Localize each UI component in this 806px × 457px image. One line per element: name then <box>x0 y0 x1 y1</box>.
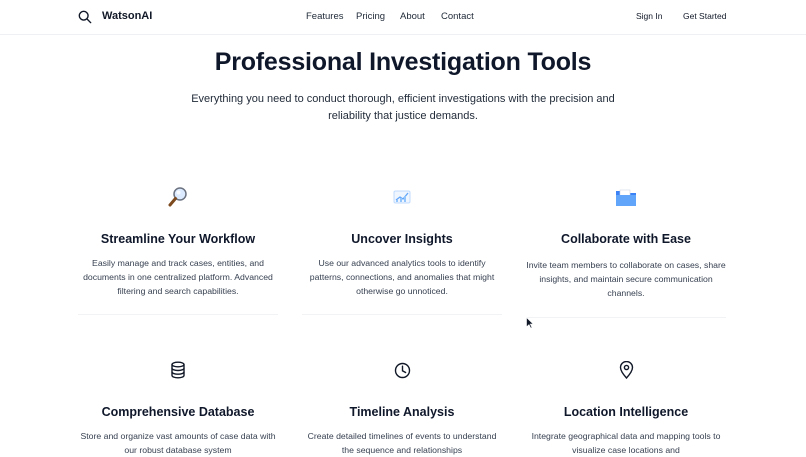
card-divider <box>526 317 726 318</box>
feature-description: Easily manage and track cases, entities,… <box>83 258 273 296</box>
feature-description: Create detailed timelines of events to u… <box>307 431 497 455</box>
feature-description: Store and organize vast amounts of case … <box>80 431 276 455</box>
feature-title: Comprehensive Database <box>101 405 255 419</box>
sign-in-button[interactable]: Sign In <box>636 11 662 21</box>
database-icon <box>68 359 288 381</box>
get-started-button[interactable]: Get Started <box>683 11 726 21</box>
map-pin-icon <box>516 359 736 381</box>
page-title: Professional Investigation Tools <box>214 48 592 76</box>
feature-description: Integrate geographical data and mapping … <box>531 431 721 455</box>
page-subtitle: Everything you need to conduct thorough,… <box>191 93 615 122</box>
nav-link-about[interactable]: About <box>400 11 425 22</box>
feature-title: Timeline Analysis <box>349 405 455 419</box>
chart-icon <box>292 186 512 208</box>
nav-link-pricing[interactable]: Pricing <box>356 11 385 22</box>
magnifying-glass-icon <box>68 186 288 208</box>
feature-description: Use our advanced analytics tools to iden… <box>309 258 495 296</box>
card-divider <box>302 314 502 315</box>
feature-title: Location Intelligence <box>563 405 689 419</box>
nav-link-features[interactable]: Features <box>306 11 344 22</box>
mouse-cursor-icon <box>526 317 534 329</box>
nav-link-contact[interactable]: Contact <box>441 11 474 22</box>
top-navbar: WatsonAI Features Pricing About Contact … <box>0 0 806 35</box>
feature-title: Uncover Insights <box>351 232 453 246</box>
feature-title: Collaborate with Ease <box>561 232 691 246</box>
feature-title: Streamline Your Workflow <box>100 232 256 246</box>
search-icon[interactable] <box>78 10 92 24</box>
clock-icon <box>292 359 512 381</box>
card-divider <box>78 314 278 315</box>
folder-icon <box>516 186 736 208</box>
brand-logo[interactable]: WatsonAI <box>102 10 152 22</box>
feature-description: Invite team members to collaborate on ca… <box>526 260 726 298</box>
